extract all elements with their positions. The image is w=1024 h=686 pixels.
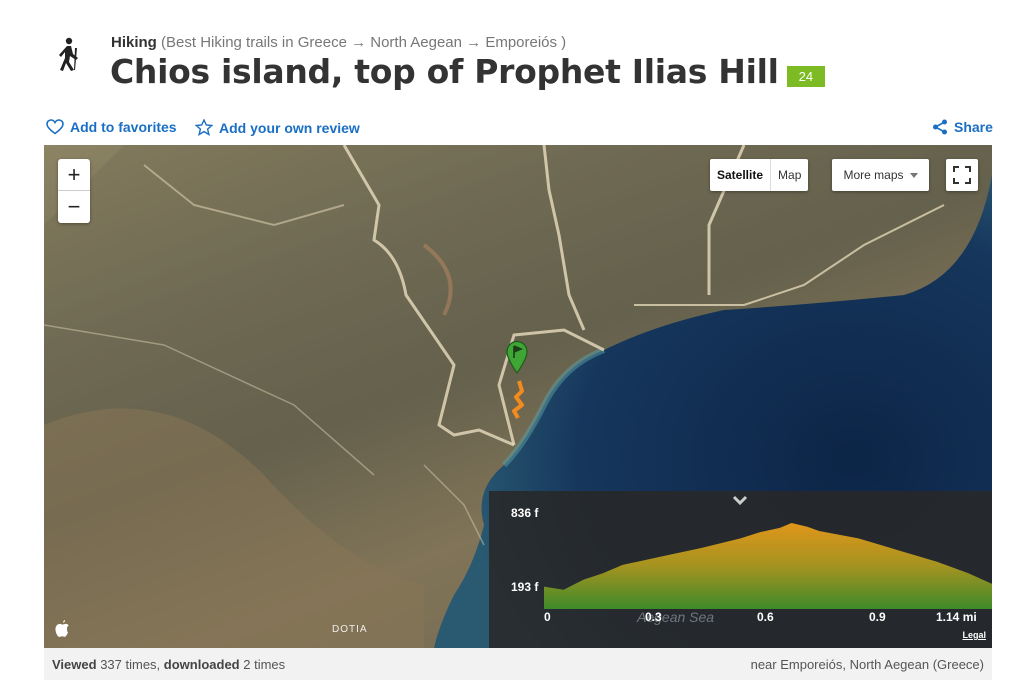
map-type-switch: Satellite Map — [710, 159, 809, 191]
page-header: Hiking (Best Hiking trails in Greece → N… — [44, 32, 984, 96]
star-icon — [195, 119, 213, 136]
zoom-control: + − — [58, 159, 90, 223]
view-stats: Viewed 337 times, downloaded 2 times — [52, 657, 285, 672]
location-text: near Emporeiós, North Aegean (Greece) — [750, 657, 984, 672]
add-to-favorites-button[interactable]: Add to favorites — [46, 119, 177, 135]
share-label: Share — [954, 119, 993, 135]
apple-logo-icon — [55, 620, 69, 637]
elevation-area — [544, 523, 992, 609]
trail-map[interactable]: + − Satellite Map More maps DOTIA 836 f … — [44, 145, 992, 648]
share-icon — [933, 119, 947, 135]
zoom-in-button[interactable]: + — [58, 159, 90, 191]
fullscreen-icon — [953, 166, 971, 184]
x-tick-2: 0.6 — [757, 610, 774, 624]
elevation-chart — [544, 523, 992, 609]
legal-link[interactable]: Legal — [962, 630, 986, 640]
fullscreen-button[interactable] — [946, 159, 978, 191]
downloaded-count: 2 times — [243, 657, 286, 672]
viewed-count: 337 times, — [100, 657, 161, 672]
heart-icon — [46, 119, 64, 135]
place-label: DOTIA — [332, 624, 368, 635]
review-label: Add your own review — [219, 119, 360, 136]
zoom-out-button[interactable]: − — [58, 191, 90, 223]
favorites-label: Add to favorites — [70, 119, 177, 135]
elevation-max-label: 836 f — [511, 506, 539, 520]
more-maps-dropdown[interactable]: More maps — [832, 159, 929, 191]
share-button[interactable]: Share — [932, 119, 993, 135]
map-button[interactable]: Map — [771, 159, 808, 191]
x-tick-0: 0 — [544, 610, 551, 624]
hiker-icon — [59, 37, 78, 71]
page-title: Chios island, top of Prophet Ilias Hill — [110, 52, 779, 91]
stats-footer: Viewed 337 times, downloaded 2 times nea… — [44, 648, 992, 680]
activity-link[interactable]: Hiking — [111, 34, 157, 51]
x-tick-4: 1.14 mi — [936, 610, 977, 624]
caret-down-icon — [909, 172, 918, 178]
elevation-min-label: 193 f — [511, 580, 539, 594]
satellite-button[interactable]: Satellite — [710, 159, 772, 191]
trail-number-badge: 24 — [786, 66, 826, 87]
start-marker-icon[interactable] — [505, 340, 529, 374]
x-tick-1: 0.3 — [645, 610, 662, 624]
elevation-profile[interactable]: 836 f 193 f Aegean Sea 0 0.3 0.6 0.9 1.1… — [489, 491, 992, 648]
breadcrumb-path[interactable]: (Best Hiking trails in Greece → North Ae… — [161, 34, 566, 51]
breadcrumb: Hiking (Best Hiking trails in Greece → N… — [111, 34, 566, 51]
x-tick-3: 0.9 — [869, 610, 886, 624]
more-maps-label: More maps — [843, 168, 904, 182]
downloaded-word: downloaded — [163, 657, 240, 672]
action-bar: Add to favorites Add your own review Sha… — [46, 119, 994, 139]
viewed-word: Viewed — [52, 657, 97, 672]
add-review-button[interactable]: Add your own review — [195, 119, 360, 136]
